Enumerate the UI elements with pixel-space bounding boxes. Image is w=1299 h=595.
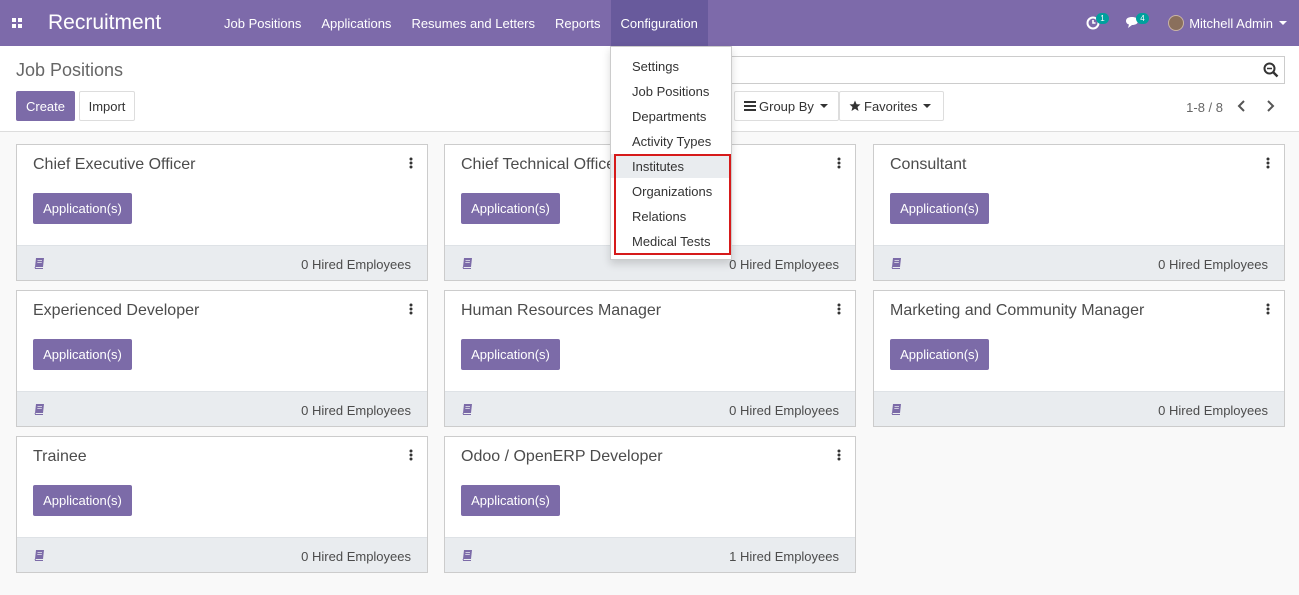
menu-resumes-letters[interactable]: Resumes and Letters bbox=[401, 0, 545, 46]
main-menu: Job Positions Applications Resumes and L… bbox=[214, 0, 708, 46]
menu-job-positions[interactable]: Job Positions bbox=[214, 0, 311, 46]
favorites-caret-icon bbox=[923, 104, 932, 108]
pager-next-icon[interactable] bbox=[1263, 98, 1277, 114]
config-item-activity-types[interactable]: Activity Types bbox=[611, 129, 731, 153]
menu-reports[interactable]: Reports bbox=[545, 0, 611, 46]
pager-value[interactable]: 1-8 / 8 bbox=[1186, 100, 1223, 115]
kebab-menu-icon[interactable] bbox=[837, 449, 841, 461]
card-footer: 0 Hired Employees bbox=[17, 391, 427, 426]
job-title[interactable]: Chief Technical Officer bbox=[461, 156, 620, 174]
card-footer: 0 Hired Employees bbox=[17, 537, 427, 572]
kebab-menu-icon[interactable] bbox=[409, 303, 413, 315]
applications-button[interactable]: Application(s) bbox=[890, 339, 989, 370]
job-card[interactable]: Odoo / OpenERP Developer Application(s) … bbox=[444, 436, 856, 573]
applications-button[interactable]: Application(s) bbox=[461, 193, 560, 224]
job-card[interactable]: Trainee Application(s) 0 Hired Employees bbox=[16, 436, 428, 573]
book-icon[interactable] bbox=[34, 403, 45, 415]
menu-applications[interactable]: Applications bbox=[311, 0, 401, 46]
card-footer: 0 Hired Employees bbox=[874, 391, 1284, 426]
config-item-settings[interactable]: Settings bbox=[611, 54, 731, 78]
job-card[interactable]: Experienced Developer Application(s) 0 H… bbox=[16, 290, 428, 427]
hired-employees-count: 0 Hired Employees bbox=[1158, 257, 1268, 272]
bars-icon bbox=[744, 101, 756, 111]
app-title[interactable]: Recruitment bbox=[48, 11, 208, 35]
config-item-departments[interactable]: Departments bbox=[611, 104, 731, 128]
kebab-menu-icon[interactable] bbox=[409, 449, 413, 461]
job-title[interactable]: Chief Executive Officer bbox=[33, 156, 195, 174]
user-name: Mitchell Admin bbox=[1189, 15, 1273, 31]
hired-employees-count: 1 Hired Employees bbox=[729, 549, 839, 564]
applications-button[interactable]: Application(s) bbox=[33, 193, 132, 224]
job-title[interactable]: Marketing and Community Manager bbox=[890, 302, 1144, 320]
hired-employees-count: 0 Hired Employees bbox=[301, 403, 411, 418]
hired-employees-count: 0 Hired Employees bbox=[301, 257, 411, 272]
book-icon[interactable] bbox=[34, 549, 45, 561]
menu-configuration[interactable]: Configuration bbox=[610, 0, 708, 46]
book-icon[interactable] bbox=[891, 403, 902, 415]
pager-previous-icon[interactable] bbox=[1235, 98, 1249, 114]
annotation-highlight-box bbox=[614, 154, 731, 255]
card-footer: 0 Hired Employees bbox=[874, 245, 1284, 280]
apps-menu-button[interactable] bbox=[0, 0, 32, 46]
activity-count-badge: 1 bbox=[1096, 13, 1109, 24]
group-by-caret-icon bbox=[819, 104, 828, 108]
job-title[interactable]: Human Resources Manager bbox=[461, 302, 661, 320]
book-icon[interactable] bbox=[462, 549, 473, 561]
book-icon[interactable] bbox=[462, 257, 473, 269]
group-by-label: Group By bbox=[759, 98, 814, 114]
systray: 1 4 Mitchell Admin bbox=[1073, 0, 1299, 46]
messages-button[interactable]: 4 bbox=[1113, 0, 1153, 46]
group-by-button[interactable]: Group By bbox=[734, 91, 839, 121]
job-card[interactable]: Chief Executive Officer Application(s) 0… bbox=[16, 144, 428, 281]
activity-button[interactable]: 1 bbox=[1073, 0, 1113, 46]
book-icon[interactable] bbox=[462, 403, 473, 415]
config-item-job-positions[interactable]: Job Positions bbox=[611, 79, 731, 103]
card-footer: 0 Hired Employees bbox=[17, 245, 427, 280]
job-title[interactable]: Consultant bbox=[890, 156, 967, 174]
job-title[interactable]: Experienced Developer bbox=[33, 302, 199, 320]
apps-grid-icon bbox=[12, 18, 22, 28]
book-icon[interactable] bbox=[34, 257, 45, 269]
book-icon[interactable] bbox=[891, 257, 902, 269]
card-footer: 1 Hired Employees bbox=[445, 537, 855, 572]
import-button[interactable]: Import bbox=[79, 91, 135, 121]
applications-button[interactable]: Application(s) bbox=[461, 485, 560, 516]
page-title: Job Positions bbox=[16, 60, 124, 80]
create-button[interactable]: Create bbox=[16, 91, 75, 121]
applications-button[interactable]: Application(s) bbox=[33, 339, 132, 370]
applications-button[interactable]: Application(s) bbox=[890, 193, 989, 224]
hired-employees-count: 0 Hired Employees bbox=[729, 403, 839, 418]
card-footer: 0 Hired Employees bbox=[445, 391, 855, 426]
kebab-menu-icon[interactable] bbox=[1266, 157, 1270, 169]
avatar bbox=[1168, 15, 1185, 31]
job-card[interactable]: Consultant Application(s) 0 Hired Employ… bbox=[873, 144, 1285, 281]
job-card[interactable]: Marketing and Community Manager Applicat… bbox=[873, 290, 1285, 427]
hired-employees-count: 0 Hired Employees bbox=[301, 549, 411, 564]
top-navbar: Recruitment Job Positions Applications R… bbox=[0, 0, 1299, 46]
hired-employees-count: 0 Hired Employees bbox=[1158, 403, 1268, 418]
kebab-menu-icon[interactable] bbox=[1266, 303, 1270, 315]
star-icon bbox=[849, 100, 861, 111]
applications-button[interactable]: Application(s) bbox=[461, 339, 560, 370]
search-input[interactable] bbox=[730, 56, 1285, 84]
message-count-badge: 4 bbox=[1136, 13, 1149, 24]
hired-employees-count: 0 Hired Employees bbox=[729, 257, 839, 272]
kebab-menu-icon[interactable] bbox=[837, 157, 841, 169]
job-title[interactable]: Odoo / OpenERP Developer bbox=[461, 448, 663, 466]
kebab-menu-icon[interactable] bbox=[409, 157, 413, 169]
user-caret-icon bbox=[1279, 21, 1287, 25]
search-icon[interactable] bbox=[1263, 62, 1279, 78]
favorites-label: Favorites bbox=[864, 98, 918, 114]
job-title[interactable]: Trainee bbox=[33, 448, 87, 466]
favorites-button[interactable]: Favorites bbox=[839, 91, 944, 121]
kebab-menu-icon[interactable] bbox=[837, 303, 841, 315]
applications-button[interactable]: Application(s) bbox=[33, 485, 132, 516]
job-card[interactable]: Human Resources Manager Application(s) 0… bbox=[444, 290, 856, 427]
user-menu[interactable]: Mitchell Admin bbox=[1168, 15, 1287, 31]
